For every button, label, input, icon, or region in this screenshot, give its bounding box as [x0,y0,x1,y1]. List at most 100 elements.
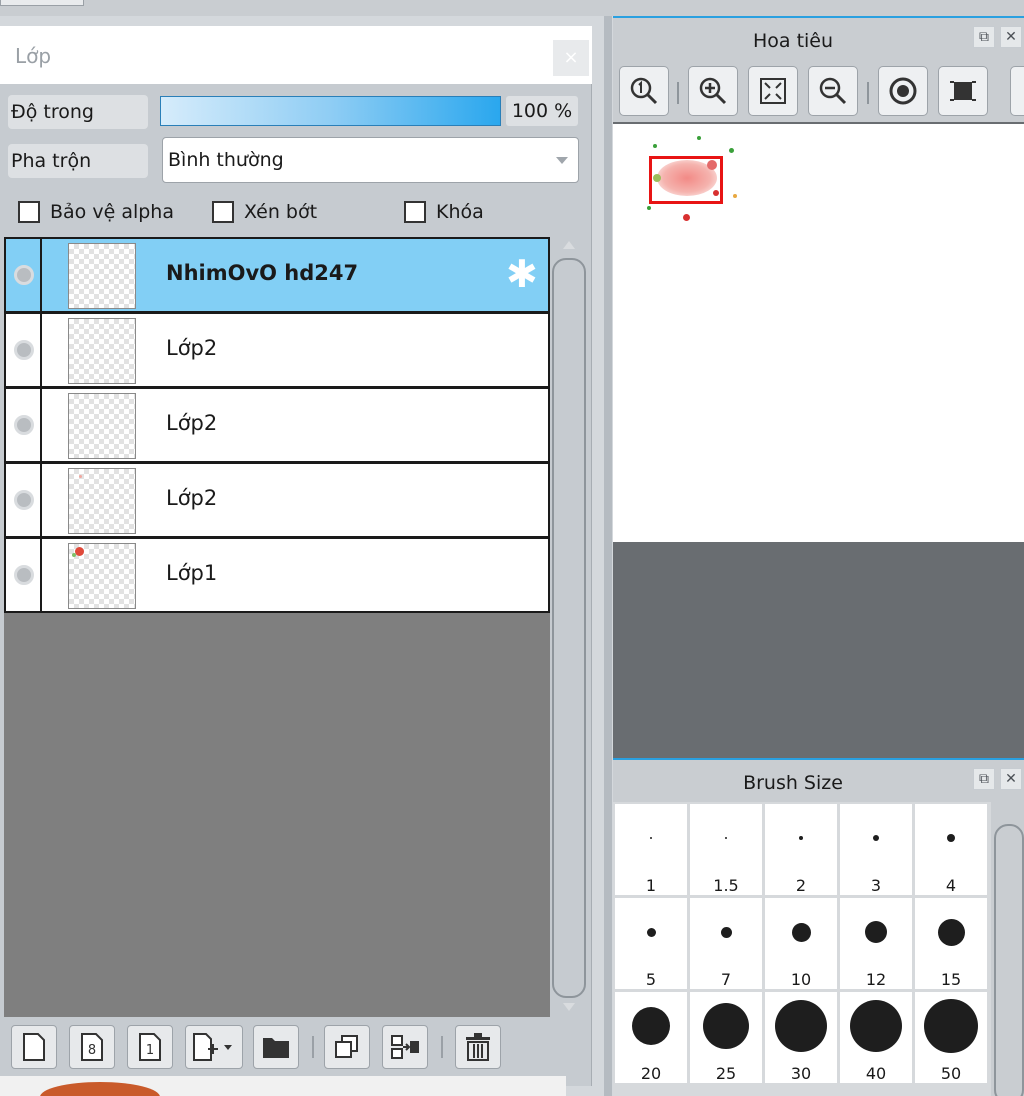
brush-size-panel: Brush Size ⧉ ✕ 1 1.5 2 3 4 5 7 10 12 15 20 25 30 40 50 [613,758,1024,1096]
gear-icon[interactable]: ✱ [506,255,538,293]
chevron-down-icon [556,157,568,164]
new-8bit-layer-button[interactable]: 8 [69,1025,115,1069]
checkbox-box[interactable] [404,201,426,223]
panel-splitter[interactable] [604,16,612,1096]
brush-size-label: 3 [870,876,882,895]
brush-size-label: 7 [720,970,732,989]
visibility-toggle-icon[interactable] [14,265,34,285]
brush-dot-icon [791,922,811,942]
brush-dot-icon [720,926,732,938]
layer-name: Lớp2 [166,411,218,435]
visibility-column [6,539,42,611]
rotate-button[interactable] [878,66,928,116]
more-button[interactable] [1010,66,1024,116]
zoom-in-button[interactable] [688,66,738,116]
visibility-toggle-icon[interactable] [14,565,34,585]
brush-size-option[interactable]: 7 [690,898,762,989]
visibility-column [6,464,42,536]
brush-size-label: 1.5 [713,876,739,895]
artwork-preview [697,136,701,140]
brush-size-option[interactable]: 50 [915,992,987,1083]
zoom-out-button[interactable] [808,66,858,116]
new-8bit-layer-icon: 8 [81,1033,103,1061]
navigator-title: Hoa tiêu [752,30,834,52]
opacity-label: Độ trong [8,95,148,129]
layer-thumbnail [68,543,136,609]
layer-panel-title: Lớp [15,44,52,68]
delete-layer-button[interactable] [455,1025,501,1069]
checkbox-label: Khóa [436,201,484,223]
toolbar-separator [441,1036,443,1058]
navigator-panel: Hoa tiêu ⧉ ✕ [613,16,1024,758]
navigator-toolbar [613,62,1024,122]
visibility-toggle-icon[interactable] [14,415,34,435]
new-layer-button[interactable] [11,1025,57,1069]
brush-size-label: 15 [940,970,962,989]
brush-dot-icon [865,921,887,943]
brush-dot-icon [924,999,978,1053]
layer-row[interactable]: Lớp2 [4,462,550,538]
brush-size-option[interactable]: 4 [915,804,987,895]
add-layer-menu-button[interactable] [185,1025,243,1069]
brush-size-label: 40 [865,1064,887,1083]
brush-size-option[interactable]: 12 [840,898,912,989]
layer-list: NhimOvO hd247 ✱ Lớp2 Lớp2 Lớp2 Lớp1 [4,237,550,1017]
layer-row[interactable]: Lớp2 [4,312,550,388]
artwork-fragment [40,1082,160,1096]
visibility-toggle-icon[interactable] [14,340,34,360]
brush-size-option[interactable]: 3 [840,804,912,895]
toolbar-separator [677,82,679,104]
layer-panel: Lớp × Độ trong 100 % Pha trộn Bình thườn… [0,26,592,1086]
brush-size-title: Brush Size [743,772,843,794]
brush-size-option[interactable]: 2 [765,804,837,895]
brush-size-option[interactable]: 1.5 [690,804,762,895]
zoom-actual-button[interactable] [619,66,669,116]
layer-thumbnail [68,318,136,384]
brush-size-option[interactable]: 1 [615,804,687,895]
merge-down-button[interactable] [382,1025,428,1069]
layer-row[interactable]: Lớp1 [4,537,550,613]
visibility-toggle-icon[interactable] [14,490,34,510]
brush-size-scrollbar[interactable] [994,824,1024,1096]
scroll-down-icon[interactable] [563,1003,575,1011]
navigator-canvas-preview[interactable] [613,124,1024,542]
checkbox-label: Xén bớt [244,201,318,223]
popout-icon[interactable]: ⧉ [973,26,995,48]
duplicate-icon [335,1035,358,1058]
brush-size-option[interactable]: 10 [765,898,837,989]
layer-list-scrollbar[interactable] [552,258,586,998]
checkbox-box[interactable] [212,201,234,223]
blend-mode-value: Bình thường [168,149,284,171]
brush-size-label: 12 [865,970,887,989]
new-1bit-layer-button[interactable]: 1 [127,1025,173,1069]
brush-size-option[interactable]: 20 [615,992,687,1083]
brush-size-label: 50 [940,1064,962,1083]
layer-row[interactable]: NhimOvO hd247 ✱ [4,237,550,313]
new-1bit-layer-icon: 1 [139,1033,161,1061]
opacity-value[interactable]: 100 % [506,96,578,126]
new-layer-icon [23,1033,45,1061]
brush-dot-icon [632,1007,670,1045]
brush-size-option[interactable]: 40 [840,992,912,1083]
opacity-slider[interactable] [160,96,501,126]
close-icon[interactable]: ✕ [1000,768,1022,790]
close-icon[interactable]: ✕ [1000,26,1022,48]
flip-button[interactable] [938,66,988,116]
checkbox-box[interactable] [18,201,40,223]
brush-size-option[interactable]: 15 [915,898,987,989]
tab-stub[interactable] [0,0,84,6]
new-folder-button[interactable] [253,1025,299,1069]
flip-icon [950,81,976,101]
brush-size-option[interactable]: 25 [690,992,762,1083]
zoom-out-icon [819,77,847,105]
scroll-up-icon[interactable] [563,241,575,249]
layer-row[interactable]: Lớp2 [4,387,550,463]
navigator-view-frame[interactable] [649,156,723,204]
fit-screen-button[interactable] [748,66,798,116]
popout-icon[interactable]: ⧉ [973,768,995,790]
duplicate-layer-button[interactable] [324,1025,370,1069]
brush-size-option[interactable]: 30 [765,992,837,1083]
brush-size-option[interactable]: 5 [615,898,687,989]
close-icon[interactable]: × [553,40,589,76]
blend-mode-select[interactable]: Bình thường [162,137,579,183]
